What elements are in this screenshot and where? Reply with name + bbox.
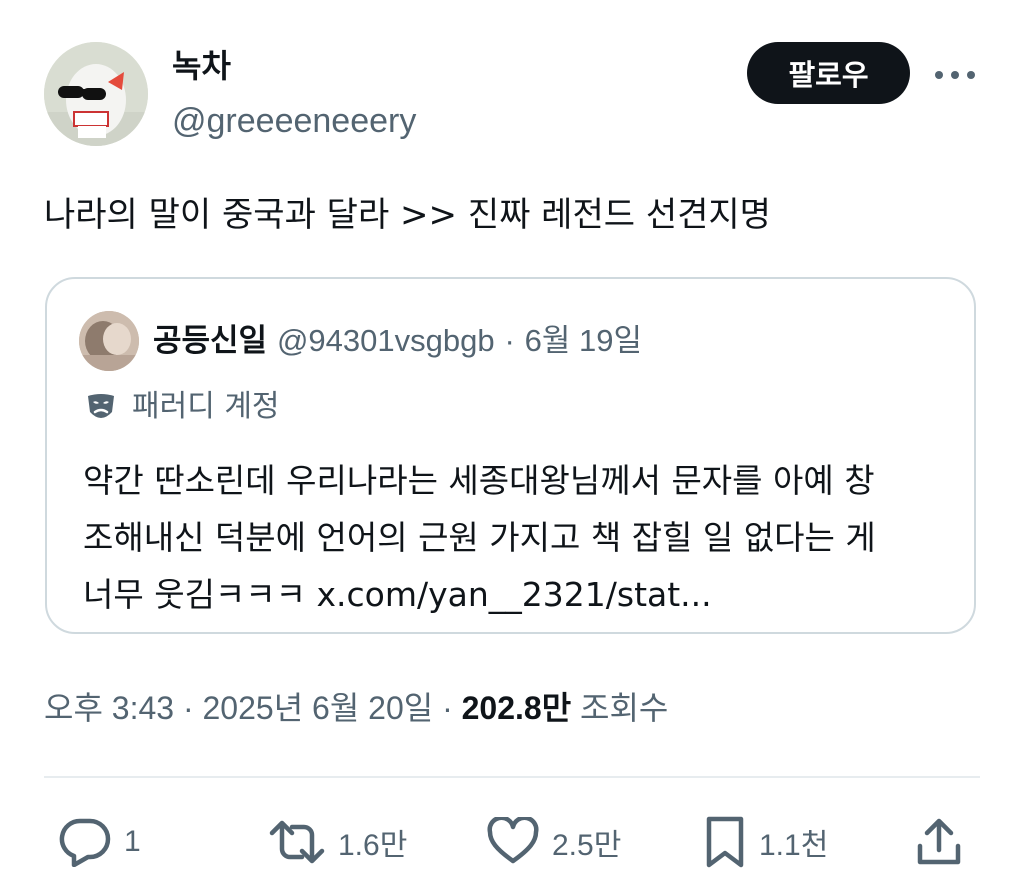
quoted-tweet-header: 공등신일 @94301vsgbgb · 6월 19일 bbox=[153, 320, 642, 362]
quoted-tweet-text: 약간 딴소린데 우리나라는 세종대왕님께서 문자를 아예 창 조해내신 덕분에 … bbox=[83, 452, 963, 623]
views-label: 조회수 bbox=[580, 690, 669, 726]
like-count: 2.5만 bbox=[552, 829, 622, 862]
repost-count: 1.6만 bbox=[338, 829, 408, 862]
meta-separator: · bbox=[182, 690, 194, 726]
parody-mask-icon bbox=[83, 390, 119, 426]
heart-icon bbox=[487, 817, 539, 864]
quoted-text-line: 약간 딴소린데 우리나라는 세종대왕님께서 문자를 아예 창 bbox=[83, 461, 875, 500]
author-handle[interactable]: @greeeeneeery bbox=[172, 100, 416, 142]
share-icon bbox=[917, 818, 961, 865]
follow-button[interactable]: 팔로우 bbox=[747, 42, 910, 104]
tweet-date[interactable]: 2025년 6월 20일 bbox=[203, 690, 434, 726]
author-avatar[interactable] bbox=[44, 42, 148, 146]
meta-separator: · bbox=[442, 690, 453, 726]
quoted-display-name[interactable]: 공등신일 bbox=[153, 323, 267, 359]
parody-account-label: 패러디 계정 bbox=[132, 389, 280, 424]
quoted-text-line: 조해내신 덕분에 언어의 근원 가지고 책 잡힐 일 없다는 게 bbox=[83, 518, 876, 557]
more-dots-icon bbox=[935, 71, 975, 79]
tweet-time[interactable]: 오후 3:43 bbox=[44, 690, 174, 726]
author-display-name[interactable]: 녹차 bbox=[172, 46, 231, 86]
divider bbox=[44, 776, 980, 778]
tweet-meta-row: 오후 3:43 · 2025년 6월 20일 · 202.8만 조회수 bbox=[44, 686, 668, 730]
avatar-image bbox=[44, 42, 148, 146]
quoted-handle[interactable]: @94301vsgbgb bbox=[277, 323, 495, 358]
bookmark-icon bbox=[706, 816, 744, 868]
quoted-author-avatar[interactable] bbox=[79, 311, 139, 371]
bookmark-button[interactable]: 1.1천 bbox=[703, 812, 828, 872]
quoted-separator: · bbox=[504, 323, 515, 358]
views-count: 202.8만 bbox=[461, 690, 572, 726]
quoted-text-line: 너무 웃김ㅋㅋㅋ x.com/yan__2321/stat... bbox=[83, 575, 712, 614]
follow-button-label: 팔로우 bbox=[788, 58, 869, 92]
repost-button[interactable]: 1.6만 bbox=[268, 812, 407, 872]
quoted-date[interactable]: 6월 19일 bbox=[525, 323, 642, 358]
share-button[interactable] bbox=[914, 812, 964, 872]
like-button[interactable]: 2.5만 bbox=[486, 812, 621, 872]
bookmark-count: 1.1천 bbox=[759, 829, 829, 862]
reply-icon bbox=[59, 818, 111, 867]
reply-button[interactable]: 1 bbox=[58, 812, 141, 872]
repost-icon bbox=[269, 820, 325, 864]
reply-count: 1 bbox=[124, 825, 141, 858]
quoted-avatar-image bbox=[79, 311, 139, 371]
tweet-text: 나라의 말이 중국과 달라 >> 진짜 레전드 선견지명 bbox=[44, 195, 771, 235]
more-options-button[interactable] bbox=[930, 58, 980, 92]
